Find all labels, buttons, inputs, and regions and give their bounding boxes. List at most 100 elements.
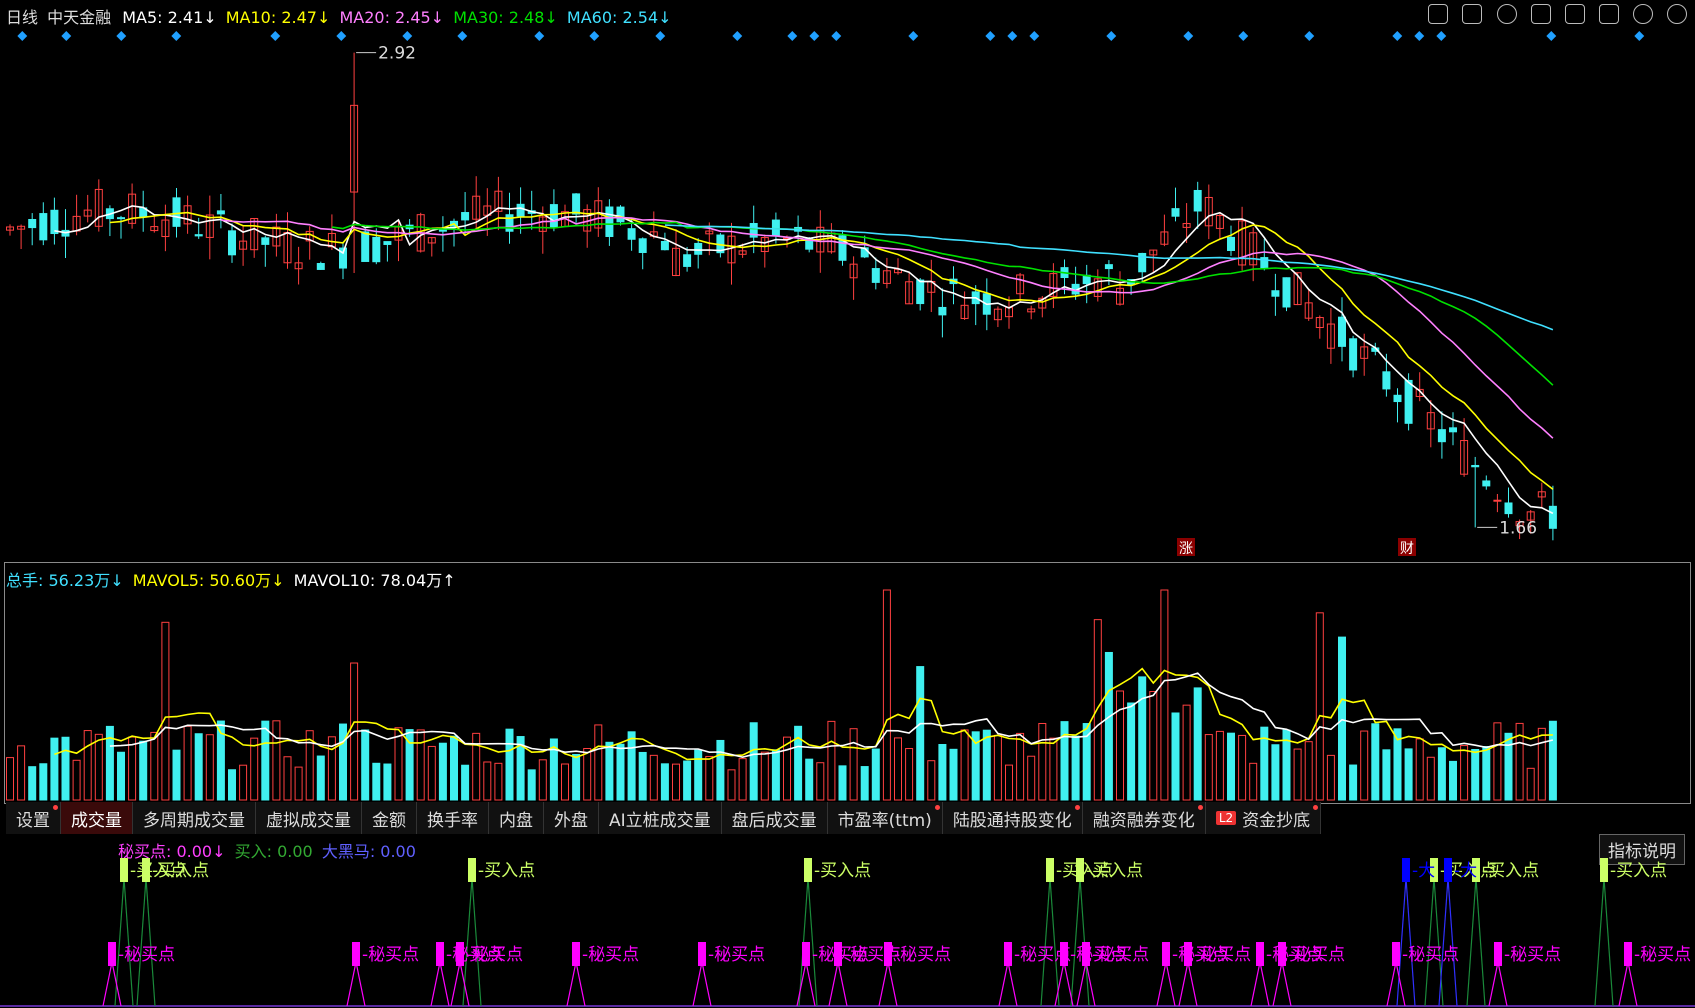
volume-bar [716,739,725,801]
volume-bar [1304,741,1313,801]
volume-bar [1082,723,1091,801]
tab-3[interactable]: 虚拟成交量 [256,802,362,834]
volume-bar [1460,745,1469,801]
volume-bar [1060,721,1069,801]
candle-body [1482,480,1491,487]
secret-buy-signal-marker [1392,942,1400,966]
buy-signal-leg [462,877,473,1007]
volume-bar [1127,702,1136,801]
tab-8[interactable]: AI立桩成交量 [599,802,722,834]
tab-9[interactable]: 盘后成交量 [721,802,828,834]
secret-buy-signal-marker [698,942,706,966]
volume-bar [1437,747,1446,801]
secret-buy-signal-marker [1278,942,1286,966]
candle-body [1493,499,1502,502]
event-diamond-icon [831,31,842,41]
signal-indicator-chart[interactable]: -买入点-买入点 -买入点 -买入点 -买入点-买入点 -买入点-买入点 -买入点-大 -大… [0,834,1695,1008]
volume-bar [250,737,259,801]
event-diamond-icon [1304,31,1315,41]
volume-bar [860,766,869,801]
tab-label: 成交量 [71,810,122,831]
candle-body [194,234,203,237]
tab-0[interactable]: 设置 [6,802,61,834]
volume-bar [1482,746,1491,801]
volume-bar [416,729,425,801]
buy-signal-leg [1049,877,1060,1007]
volume-bar [50,737,59,801]
volume-bar [483,761,492,801]
secret-buy-signal-marker [1004,942,1012,966]
volume-bar [17,745,26,801]
tab-7[interactable]: 外盘 [544,802,599,834]
buy-signal-leg [1070,877,1081,1007]
secret-buy-signal-leg [566,961,577,1007]
buy-signal-label: -买入点 [814,861,871,881]
volume-bar [139,740,148,801]
secret-buy-signal-label: -秘买点 [844,945,901,965]
tab-label: 盘后成交量 [731,810,817,831]
secret-buy-signal-leg [1063,961,1074,1007]
volume-bar [1005,764,1013,801]
volume-bar [694,749,703,801]
secret-buy-signal-marker [802,942,810,966]
tab-2[interactable]: 多周期成交量 [133,802,256,834]
secret-buy-signal-leg [1259,961,1270,1007]
black-horse-signal-leg [1447,877,1458,1007]
volume-bar [1071,735,1080,801]
volume-bar [1116,690,1124,801]
secret-buy-signal-marker [884,942,892,966]
volume-bar [527,769,536,801]
volume-bar [194,733,203,801]
buy-signal-leg [1424,877,1435,1007]
secret-buy-signal-marker [1494,942,1502,966]
secret-buy-signal-marker [1060,942,1068,966]
volume-bar [827,720,836,801]
candle-body [572,193,581,215]
secret-buy-signal-leg [828,961,839,1007]
tab-5[interactable]: 换手率 [417,802,489,834]
secret-buy-signal-marker [1256,942,1264,966]
buy-signal-label: -买入点 [152,861,209,881]
volume-chart[interactable] [0,562,1695,802]
buy-signal-label: -买入点 [1482,861,1539,881]
tab-10[interactable]: 市盈率(ttm) [827,802,943,834]
candle-body [1338,316,1346,347]
secret-buy-signal-leg [998,961,1009,1007]
volume-bar [372,762,381,801]
volume-bar [1093,619,1102,801]
secret-buy-signal-marker [1082,942,1090,966]
ma10-line [109,211,1554,490]
tab-dot-icon [934,805,940,810]
secret-buy-signal-leg [1281,961,1292,1007]
volume-bar [505,728,514,801]
tab-13[interactable]: L2 资金抄底 [1205,802,1322,834]
volume-bar [316,755,325,801]
candle-body [694,242,703,255]
secret-buy-signal-marker [1184,942,1192,966]
event-diamond-icon [809,31,820,41]
tab-4[interactable]: 金额 [362,802,417,834]
candle-body [660,240,669,251]
volume-bar [771,749,780,801]
tab-1[interactable]: 成交量 [61,802,133,834]
event-diamond-icon [1634,31,1645,41]
volume-bar [438,742,447,801]
volume-bar [61,736,70,801]
secret-buy-signal-leg [1156,961,1167,1007]
tab-6[interactable]: 内盘 [489,802,544,834]
volume-bar [261,720,270,801]
tab-12[interactable]: 融资融券变化 [1082,802,1206,834]
tab-dot-icon [1074,805,1080,810]
volume-bar [83,730,92,801]
volume-bar [1193,687,1202,801]
volume-bar [205,734,214,801]
price-candlestick-chart[interactable]: 2.92 1.66 涨 财 [0,0,1695,560]
secret-buy-signal-leg [1178,961,1189,1007]
event-diamond-icon [116,31,127,41]
secret-buy-signal-leg [1386,961,1397,1007]
volume-bar [749,722,758,801]
volume-bar [494,762,503,801]
volume-bar [1326,754,1335,801]
tab-11[interactable]: 陆股通持股变化 [942,802,1083,834]
candle-body [261,237,270,245]
